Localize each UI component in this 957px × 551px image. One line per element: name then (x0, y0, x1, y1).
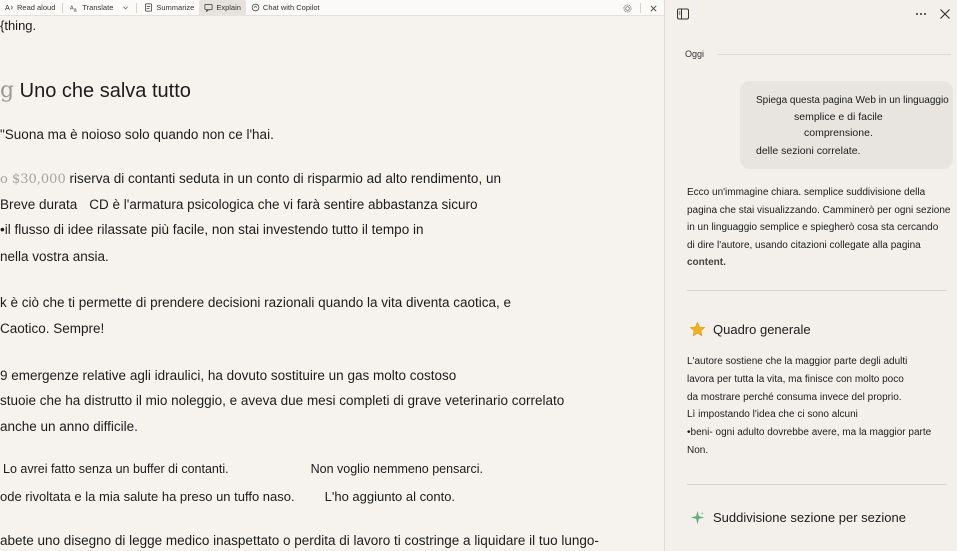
read-aloud-label: Read aloud (17, 3, 56, 12)
summarize-label: Summarize (156, 3, 195, 12)
overview-title: Quadro generale (713, 322, 811, 337)
date-separator: Oggi (685, 49, 951, 59)
overview-line: •beni- ogni adulto dovrebbe avere, ma la… (687, 427, 932, 439)
assistant-reply: Ecco un'immagine chiara. semplice suddiv… (687, 184, 951, 272)
breakdown-heading: Suddivisione sezione per sezione (689, 509, 906, 526)
copilot-sidebar: Oggi Spiega questa pagina Web in un ling… (664, 0, 957, 551)
paragraph-line: "Suona ma è noioso solo quando non ce l'… (0, 127, 274, 142)
paragraph-line: anche un anno difficile. (0, 419, 138, 434)
user-message-line: semplice e di facile (794, 111, 883, 123)
toolbar-divider (136, 2, 138, 13)
section-heading: g Uno che salva tutto (0, 78, 191, 103)
user-message-line: comprensione. (804, 127, 873, 139)
overview-line: da mostrare perché consuma invece del pr… (687, 391, 902, 403)
overview-line: Non. (687, 444, 709, 456)
star-icon (689, 321, 706, 337)
user-message-line: Spiega questa pagina Web in un linguaggi… (756, 95, 949, 106)
sidebar-close-button[interactable] (937, 6, 953, 22)
paragraph-line: k è ciò che ti permette di prendere deci… (0, 295, 512, 310)
more-options-button[interactable] (913, 6, 929, 22)
divider (718, 53, 951, 55)
overview-heading: Quadro generale (689, 321, 811, 338)
explain-label: Explain (216, 3, 241, 12)
paragraph-text: L'ho aggiunto al conto. (324, 489, 456, 504)
paragraph-text: Lo avrei fatto senza un buffer di contan… (3, 462, 229, 476)
explain-icon (204, 3, 213, 12)
app-window: A Read aloud Aa Translate Summarize Expl… (0, 0, 957, 551)
paragraph-text: riserva di contanti seduta in un conto d… (65, 171, 501, 186)
toolbar-divider (640, 3, 641, 13)
copilot-icon (251, 3, 260, 12)
text-fragment: {thing. (0, 18, 37, 33)
sidebar-panel-icon (677, 8, 689, 20)
paragraph-line: ode rivoltata e la mia salute ha preso u… (0, 489, 455, 504)
gear-icon (623, 4, 632, 12)
reply-line: content. (687, 257, 726, 268)
paragraph-line: 9 emergenze relative agli idraulici, ha … (0, 368, 457, 383)
paragraph-line: stuoie che ha distrutto il mio noleggio,… (0, 393, 565, 408)
read-aloud-button[interactable]: A Read aloud (0, 0, 60, 16)
section-divider (687, 484, 947, 485)
read-aloud-icon: A (5, 3, 13, 12)
toolbar-right (617, 0, 664, 16)
reader-settings-button[interactable] (617, 0, 638, 16)
explain-button[interactable]: Explain (199, 0, 246, 16)
overview-text: L'autore sostiene che la maggior parte d… (687, 353, 949, 460)
sparkle-icon (690, 510, 705, 525)
heading-text: Uno che salva tutto (19, 80, 191, 102)
paragraph-line: •il flusso di idee rilassate più facile,… (0, 222, 424, 237)
more-icon (916, 13, 926, 15)
chat-label: Chat with Copilot (262, 3, 320, 12)
reader-close-button[interactable] (643, 0, 664, 16)
translate-icon: Aa (70, 5, 77, 12)
paragraph-text: ode rivoltata e la mia salute ha preso u… (0, 489, 295, 504)
paragraph-text: CD è l'armatura psicologica che vi farà … (89, 197, 478, 212)
reply-line: pagina che stai visualizzando. Camminerò… (687, 204, 951, 216)
date-label: Oggi (685, 49, 705, 59)
chat-with-copilot-button[interactable]: Chat with Copilot (246, 0, 325, 16)
svg-text:A: A (5, 3, 10, 12)
paragraph-line: Caotico. Sempre! (0, 321, 105, 336)
reply-line: in un linguaggio semplice e spiegherò co… (687, 222, 939, 233)
user-message-line: delle sezioni correlate. (756, 145, 861, 157)
breakdown-title: Suddivisione sezione per sezione (713, 510, 906, 525)
toolbar-divider (62, 2, 64, 13)
user-message-bubble: Spiega questa pagina Web in un linguaggi… (740, 81, 953, 169)
money-amount: o $30,000 (0, 172, 66, 187)
paragraph-line: o $30,000 riserva di contanti seduta in … (0, 171, 501, 187)
summarize-icon (145, 3, 153, 12)
translate-label: Translate (82, 3, 114, 12)
paragraph-line: Breve durata CD è l'armatura psicologica … (0, 197, 478, 212)
close-icon (650, 4, 657, 12)
paragraph-line: Lo avrei fatto senza un buffer di contan… (3, 462, 483, 476)
paragraph-line: abete uno disegno di legge medico inaspe… (0, 533, 599, 548)
svg-text:a: a (74, 8, 77, 12)
paragraph-line: nella vostra ansia. (0, 249, 109, 264)
overview-line: lavora per tutta la vita, ma finisce con… (687, 373, 904, 385)
reply-line: di dire l'autore, usando citazioni colle… (687, 239, 921, 251)
summarize-button[interactable]: Summarize (139, 0, 199, 16)
paragraph-text: Non voglio nemmeno pensarci. (310, 462, 483, 476)
translate-button[interactable]: Aa Translate (65, 0, 134, 16)
paragraph-text: Breve durata (0, 197, 78, 212)
overview-line: L'autore sostiene che la maggior parte d… (687, 356, 908, 367)
sidebar-header (665, 0, 957, 28)
sidebar-toggle-button[interactable] (675, 6, 691, 22)
reply-line: Ecco un'immagine chiara. semplice suddiv… (687, 187, 926, 198)
overview-line: Lì impostando l'idea che ci sono alcuni (687, 409, 858, 421)
heading-prefix: g (0, 78, 15, 103)
reader-toolbar: A Read aloud Aa Translate Summarize Expl… (0, 0, 664, 16)
chevron-down-icon (123, 6, 129, 10)
close-icon (940, 9, 950, 19)
reader-pane: A Read aloud Aa Translate Summarize Expl… (0, 0, 664, 551)
section-divider (687, 290, 947, 291)
